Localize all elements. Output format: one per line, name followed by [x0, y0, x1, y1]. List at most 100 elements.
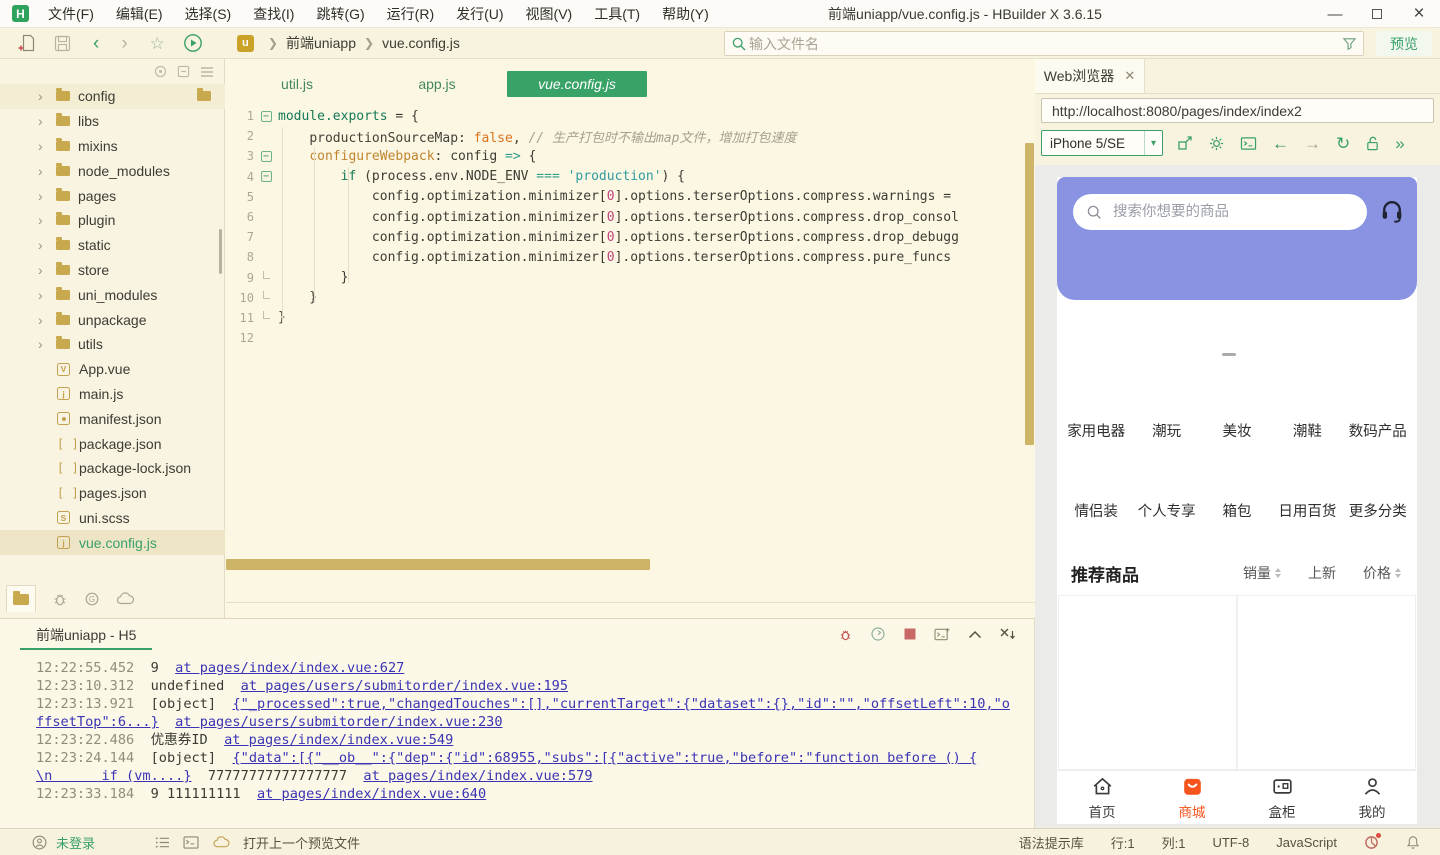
- cursor-column[interactable]: 列:1: [1162, 833, 1186, 852]
- save-button[interactable]: [54, 35, 71, 52]
- product-card[interactable]: [1058, 595, 1237, 770]
- console-tab[interactable]: 前端uniapp - H5: [20, 619, 152, 650]
- breadcrumb-project[interactable]: 前端uniapp: [286, 33, 356, 53]
- file-search-input[interactable]: [747, 35, 1342, 53]
- menu-item[interactable]: 工具(T): [583, 0, 651, 28]
- encoding[interactable]: UTF-8: [1212, 835, 1249, 850]
- refresh-icon[interactable]: ↻: [1336, 135, 1350, 152]
- tree-folder-mixins[interactable]: ›mixins: [0, 134, 225, 159]
- bell-icon[interactable]: [1406, 835, 1420, 850]
- login-status[interactable]: 未登录: [32, 833, 95, 852]
- category-箱包[interactable]: 箱包: [1202, 500, 1272, 529]
- console-restart-icon[interactable]: [870, 626, 886, 642]
- projects-view-button[interactable]: [6, 585, 36, 612]
- fold-gutter[interactable]: −: [254, 111, 278, 122]
- terminal-icon[interactable]: [183, 836, 199, 849]
- console-debug-icon[interactable]: [838, 627, 853, 642]
- editor-tab-vue.config.js[interactable]: vue.config.js: [507, 71, 647, 97]
- console-link[interactable]: at pages/index/index.vue:579: [363, 768, 592, 784]
- browser-forward-icon[interactable]: →: [1304, 135, 1321, 152]
- cloud-icon[interactable]: [116, 591, 134, 606]
- tree-folder-unpackage[interactable]: ›unpackage: [0, 307, 225, 332]
- console-terminal-icon[interactable]: [934, 627, 951, 642]
- tree-file-manifest.json[interactable]: manifest.json: [0, 406, 225, 431]
- run-button[interactable]: [183, 33, 203, 53]
- tree-folder-utils[interactable]: ›utils: [0, 332, 225, 357]
- tree-folder-config[interactable]: ›config: [0, 84, 225, 109]
- tree-file-pages.json[interactable]: [ ]pages.json: [0, 481, 225, 506]
- console-link[interactable]: at pages/index/index.vue:640: [257, 786, 486, 802]
- language-mode[interactable]: JavaScript: [1276, 835, 1337, 850]
- nav-back-button[interactable]: ‹: [93, 34, 99, 53]
- sort-销量[interactable]: 销量: [1243, 563, 1281, 583]
- nav-forward-button[interactable]: ›: [121, 34, 127, 53]
- minimize-button[interactable]: —: [1314, 0, 1356, 28]
- preview-button[interactable]: 预览: [1376, 31, 1432, 56]
- sort-上新[interactable]: 上新: [1308, 563, 1336, 583]
- menu-item[interactable]: 文件(F): [37, 0, 105, 28]
- tree-file-App.vue[interactable]: VApp.vue: [0, 357, 225, 382]
- menu-item[interactable]: 运行(R): [376, 0, 445, 28]
- open-external-icon[interactable]: [1177, 135, 1193, 151]
- menu-item[interactable]: 发行(U): [445, 0, 514, 28]
- more-actions-icon[interactable]: »: [1395, 135, 1404, 152]
- tree-file-vue.config.js[interactable]: jvue.config.js: [0, 530, 225, 555]
- category-个人专享[interactable]: 个人专享: [1131, 500, 1201, 529]
- debug-bug-icon[interactable]: [52, 591, 68, 607]
- outline-list-icon[interactable]: [155, 836, 170, 849]
- cloud-sync-icon[interactable]: [212, 835, 230, 849]
- category-美妆[interactable]: 美妆: [1202, 420, 1272, 449]
- category-日用百货[interactable]: 日用百货: [1272, 500, 1342, 529]
- fold-minus-icon[interactable]: −: [261, 111, 272, 122]
- cursor-line[interactable]: 行:1: [1111, 833, 1135, 852]
- console-collapse-icon[interactable]: [968, 630, 982, 639]
- devtools-console-icon[interactable]: [1240, 136, 1257, 151]
- breadcrumb-file[interactable]: vue.config.js: [382, 35, 460, 51]
- close-button[interactable]: ×: [1398, 0, 1440, 28]
- tree-folder-store[interactable]: ›store: [0, 258, 225, 283]
- menu-item[interactable]: 编辑(E): [105, 0, 174, 28]
- tree-file-package-lock.json[interactable]: [ ]package-lock.json: [0, 456, 225, 481]
- browser-back-icon[interactable]: ←: [1272, 135, 1289, 152]
- console-link[interactable]: at pages/index/index.vue:627: [175, 660, 404, 676]
- explorer-menu-icon[interactable]: [200, 66, 214, 78]
- menu-item[interactable]: 选择(S): [174, 0, 243, 28]
- category-潮鞋[interactable]: 潮鞋: [1272, 420, 1342, 449]
- fold-gutter[interactable]: −: [254, 171, 278, 182]
- maximize-button[interactable]: [1356, 0, 1398, 28]
- menu-item[interactable]: 视图(V): [515, 0, 584, 28]
- app-tab-首页[interactable]: 首页: [1057, 771, 1147, 824]
- tree-file-uni.scss[interactable]: Suni.scss: [0, 506, 225, 531]
- tree-file-package.json[interactable]: [ ]package.json: [0, 431, 225, 456]
- tree-folder-static[interactable]: ›static: [0, 233, 225, 258]
- favorite-star-button[interactable]: ☆: [150, 35, 165, 52]
- filter-funnel-icon[interactable]: [1342, 36, 1357, 51]
- customer-service-headphone-icon[interactable]: [1378, 196, 1406, 224]
- tree-folder-plugin[interactable]: ›plugin: [0, 208, 225, 233]
- editor-tab-util.js[interactable]: util.js: [227, 71, 367, 97]
- app-tab-我的[interactable]: 我的: [1327, 771, 1417, 824]
- category-更多分类[interactable]: 更多分类: [1343, 500, 1413, 529]
- menu-item[interactable]: 帮助(Y): [651, 0, 720, 28]
- editor-tab-app.js[interactable]: app.js: [367, 71, 507, 97]
- fold-minus-icon[interactable]: −: [261, 171, 272, 182]
- explorer-scrollbar[interactable]: [219, 229, 222, 274]
- category-潮玩[interactable]: 潮玩: [1131, 420, 1201, 449]
- tree-folder-uni_modules[interactable]: ›uni_modules: [0, 282, 225, 307]
- git-icon[interactable]: G: [84, 591, 100, 607]
- console-link[interactable]: at pages/users/submitorder/index.vue:195: [241, 678, 568, 694]
- tree-folder-pages[interactable]: ›pages: [0, 183, 225, 208]
- fold-gutter[interactable]: −: [254, 151, 278, 162]
- console-stop-icon[interactable]: [903, 627, 917, 641]
- console-link[interactable]: at pages/index/index.vue:549: [224, 732, 453, 748]
- settings-gear-icon[interactable]: [1208, 135, 1225, 152]
- new-file-button[interactable]: [18, 34, 36, 52]
- web-browser-tab[interactable]: Web浏览器 ✕: [1035, 59, 1145, 93]
- syntax-library[interactable]: 语法提示库: [1019, 833, 1084, 852]
- app-search-box[interactable]: [1073, 194, 1367, 230]
- unlock-icon[interactable]: [1365, 135, 1380, 152]
- category-情侣装[interactable]: 情侣装: [1061, 500, 1131, 529]
- sort-价格[interactable]: 价格: [1363, 563, 1401, 583]
- editor-vertical-scrollbar[interactable]: [1025, 143, 1034, 445]
- editor-horizontal-scrollbar[interactable]: [226, 559, 650, 570]
